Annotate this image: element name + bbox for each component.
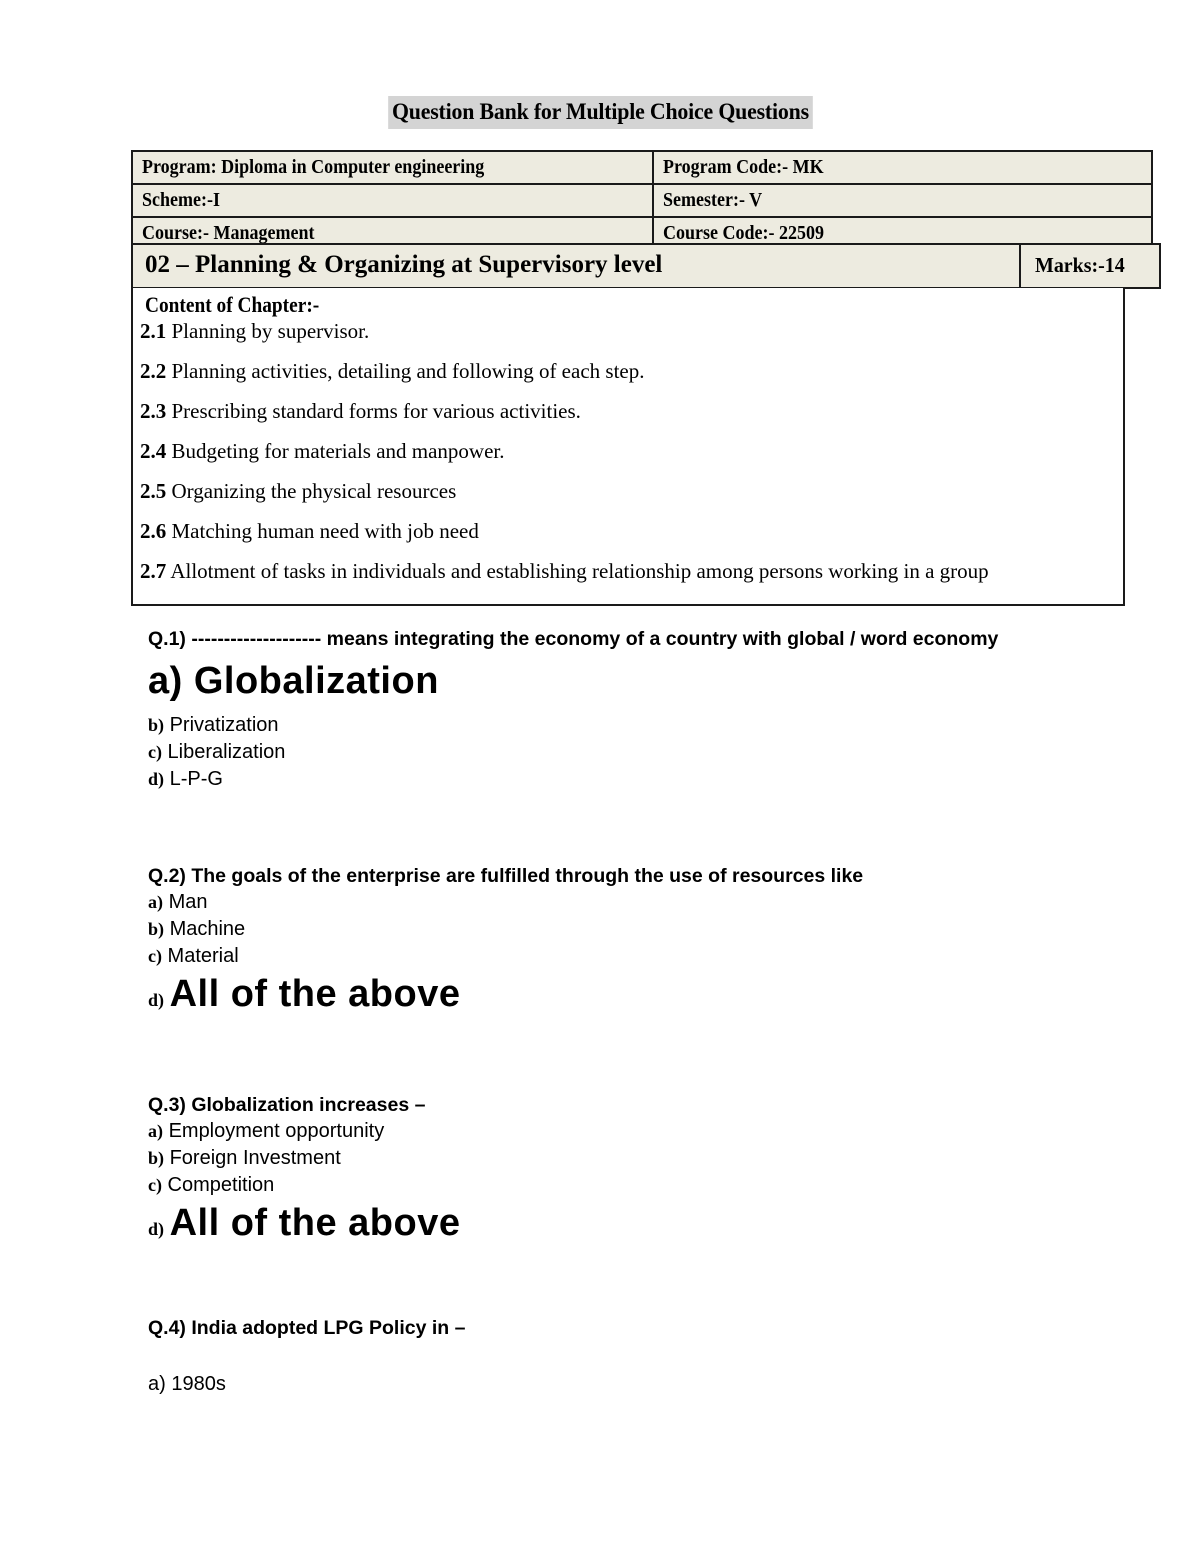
content-item-text: Planning activities, detailing and follo…: [171, 359, 645, 383]
document-page: Question Bank for Multiple Choice Questi…: [0, 0, 1200, 1553]
option-q2-d-label: d): [148, 990, 165, 1010]
option-q2-b-text: Machine: [169, 918, 246, 940]
option-q1-c[interactable]: c) Liberalization: [148, 739, 1122, 766]
list-item: 2.3 Prescribing standard forms for vario…: [140, 384, 1115, 424]
option-q3-b[interactable]: b) Foreign Investment: [148, 1145, 1122, 1172]
content-item-number: 2.7: [140, 559, 167, 583]
option-q3-c[interactable]: c) Competition: [148, 1172, 1122, 1199]
question-block-q3: Q.3) Globalization increases – a) Employ…: [148, 1092, 1122, 1253]
list-item: 2.6 Matching human need with job need: [140, 504, 1115, 544]
list-item: 2.7 Allotment of tasks in individuals an…: [140, 544, 1115, 584]
option-q1-c-text: Liberalization: [167, 741, 286, 763]
table-row: 02 – Planning & Organizing at Supervisor…: [131, 243, 1161, 289]
info-cell-semester-text: Semester:- V: [663, 189, 763, 211]
info-cell-program-code-text: Program Code:- MK: [663, 156, 824, 178]
list-item: 2.4 Budgeting for materials and manpower…: [140, 424, 1115, 464]
info-cell-scheme: Scheme:-I: [131, 183, 654, 218]
content-heading-row: Content of Chapter:-: [139, 291, 1115, 318]
option-q1-b-text: Privatization: [169, 714, 279, 736]
option-q2-d[interactable]: d) All of the above: [148, 970, 1122, 1024]
content-item-text: Matching human need with job need: [171, 519, 479, 543]
chapter-marks-cell: Marks:-14: [1019, 243, 1161, 289]
content-item-number: 2.6: [140, 519, 167, 543]
option-q3-c-text: Competition: [167, 1174, 275, 1196]
list-item: 2.2 Planning activities, detailing and f…: [140, 344, 1115, 384]
content-item-number: 2.1: [140, 319, 167, 343]
spacer-before-q4: [148, 1253, 1122, 1315]
list-item: 2.1 Planning by supervisor.: [140, 318, 1115, 344]
questions-container: Q.1) -------------------- means integrat…: [148, 626, 1122, 1398]
info-cell-course-code-text: Course Code:- 22509: [663, 222, 824, 244]
info-cell-scheme-text: Scheme:-I: [142, 189, 220, 211]
option-q2-c-label: c): [148, 946, 162, 966]
option-q2-d-text: All of the above: [169, 973, 461, 1015]
option-q3-c-label: c): [148, 1175, 162, 1195]
option-q1-b-label: b): [148, 715, 165, 735]
option-q3-d-label: d): [148, 1219, 165, 1239]
option-q1-c-label: c): [148, 742, 162, 762]
option-q2-a-label: a): [148, 892, 163, 912]
question-block-q1: Q.1) -------------------- means integrat…: [148, 626, 1122, 793]
option-q1-b[interactable]: b) Privatization: [148, 712, 1122, 739]
content-of-chapter-heading: Content of Chapter:-: [145, 292, 320, 317]
marks-badge: Marks:-14: [1035, 253, 1125, 277]
question-text-q2: Q.2) The goals of the enterprise are ful…: [148, 865, 864, 887]
info-cell-program: Program: Diploma in Computer engineering: [131, 150, 654, 185]
chapter-content-list: 2.1 Planning by supervisor. 2.2 Planning…: [139, 318, 1115, 584]
page-title: Question Bank for Multiple Choice Questi…: [387, 96, 813, 129]
option-q2-b[interactable]: b) Machine: [148, 916, 1122, 943]
option-q3-d[interactable]: d) All of the above: [148, 1199, 1122, 1253]
option-q3-a-text: Employment opportunity: [168, 1120, 385, 1142]
content-item-text: Organizing the physical resources: [171, 479, 457, 503]
chapter-title-cell: 02 – Planning & Organizing at Supervisor…: [131, 243, 1021, 289]
program-info-table: Program: Diploma in Computer engineering…: [131, 150, 1153, 251]
table-row: Scheme:-I Semester:- V: [131, 183, 1153, 218]
document-title-container: Question Bank for Multiple Choice Questi…: [0, 96, 1200, 129]
table-row: Program: Diploma in Computer engineering…: [131, 150, 1153, 185]
option-q2-b-label: b): [148, 919, 165, 939]
question-text-q1: Q.1) -------------------- means integrat…: [148, 628, 999, 650]
content-item-text: Allotment of tasks in individuals and es…: [170, 559, 989, 583]
question-text-q4: Q.4) India adopted LPG Policy in –: [148, 1317, 466, 1339]
spacer-before-q3: [148, 1024, 1122, 1092]
option-q4-a-text: 1980s: [171, 1373, 226, 1395]
option-q3-d-text: All of the above: [169, 1202, 461, 1244]
list-item: 2.5 Organizing the physical resources: [140, 464, 1115, 504]
content-item-text: Prescribing standard forms for various a…: [171, 399, 581, 423]
content-item-text: Budgeting for materials and manpower.: [171, 439, 505, 463]
option-q3-a-label: a): [148, 1121, 163, 1141]
question-block-q4: Q.4) India adopted LPG Policy in – a) 19…: [148, 1315, 1122, 1398]
spacer-before-q2: [148, 793, 1122, 863]
option-q3-b-text: Foreign Investment: [169, 1147, 341, 1169]
question-block-q2: Q.2) The goals of the enterprise are ful…: [148, 863, 1122, 1024]
option-q4-a[interactable]: a) 1980s: [148, 1371, 1122, 1398]
spacer-q4-options: [148, 1341, 1122, 1371]
info-cell-program-code: Program Code:- MK: [652, 150, 1153, 185]
chapter-header-table: 02 – Planning & Organizing at Supervisor…: [131, 243, 1161, 289]
content-item-number: 2.5: [140, 479, 167, 503]
option-q2-a-text: Man: [168, 891, 208, 913]
option-q2-a[interactable]: a) Man: [148, 889, 1122, 916]
option-q1-a-text: a) Globalization: [148, 660, 439, 702]
option-q1-d[interactable]: d) L-P-G: [148, 766, 1122, 793]
info-cell-program-text: Program: Diploma in Computer engineering: [142, 156, 485, 178]
option-q4-a-label: a): [148, 1373, 166, 1395]
content-item-number: 2.2: [140, 359, 167, 383]
chapter-content-box: Content of Chapter:- 2.1 Planning by sup…: [131, 288, 1125, 606]
option-q1-d-label: d): [148, 769, 165, 789]
option-q1-d-text: L-P-G: [169, 768, 223, 790]
content-item-number: 2.4: [140, 439, 167, 463]
info-cell-semester: Semester:- V: [652, 183, 1153, 218]
content-item-text: Planning by supervisor.: [171, 319, 370, 343]
option-q3-a[interactable]: a) Employment opportunity: [148, 1118, 1122, 1145]
option-q2-c[interactable]: c) Material: [148, 943, 1122, 970]
info-cell-course-text: Course:- Management: [142, 222, 315, 244]
option-q2-c-text: Material: [167, 945, 239, 967]
option-q3-b-label: b): [148, 1148, 165, 1168]
content-item-number: 2.3: [140, 399, 167, 423]
option-q1-a[interactable]: a) Globalization: [148, 656, 1122, 712]
question-text-q3: Q.3) Globalization increases –: [148, 1094, 426, 1116]
chapter-title: 02 – Planning & Organizing at Supervisor…: [145, 251, 663, 278]
